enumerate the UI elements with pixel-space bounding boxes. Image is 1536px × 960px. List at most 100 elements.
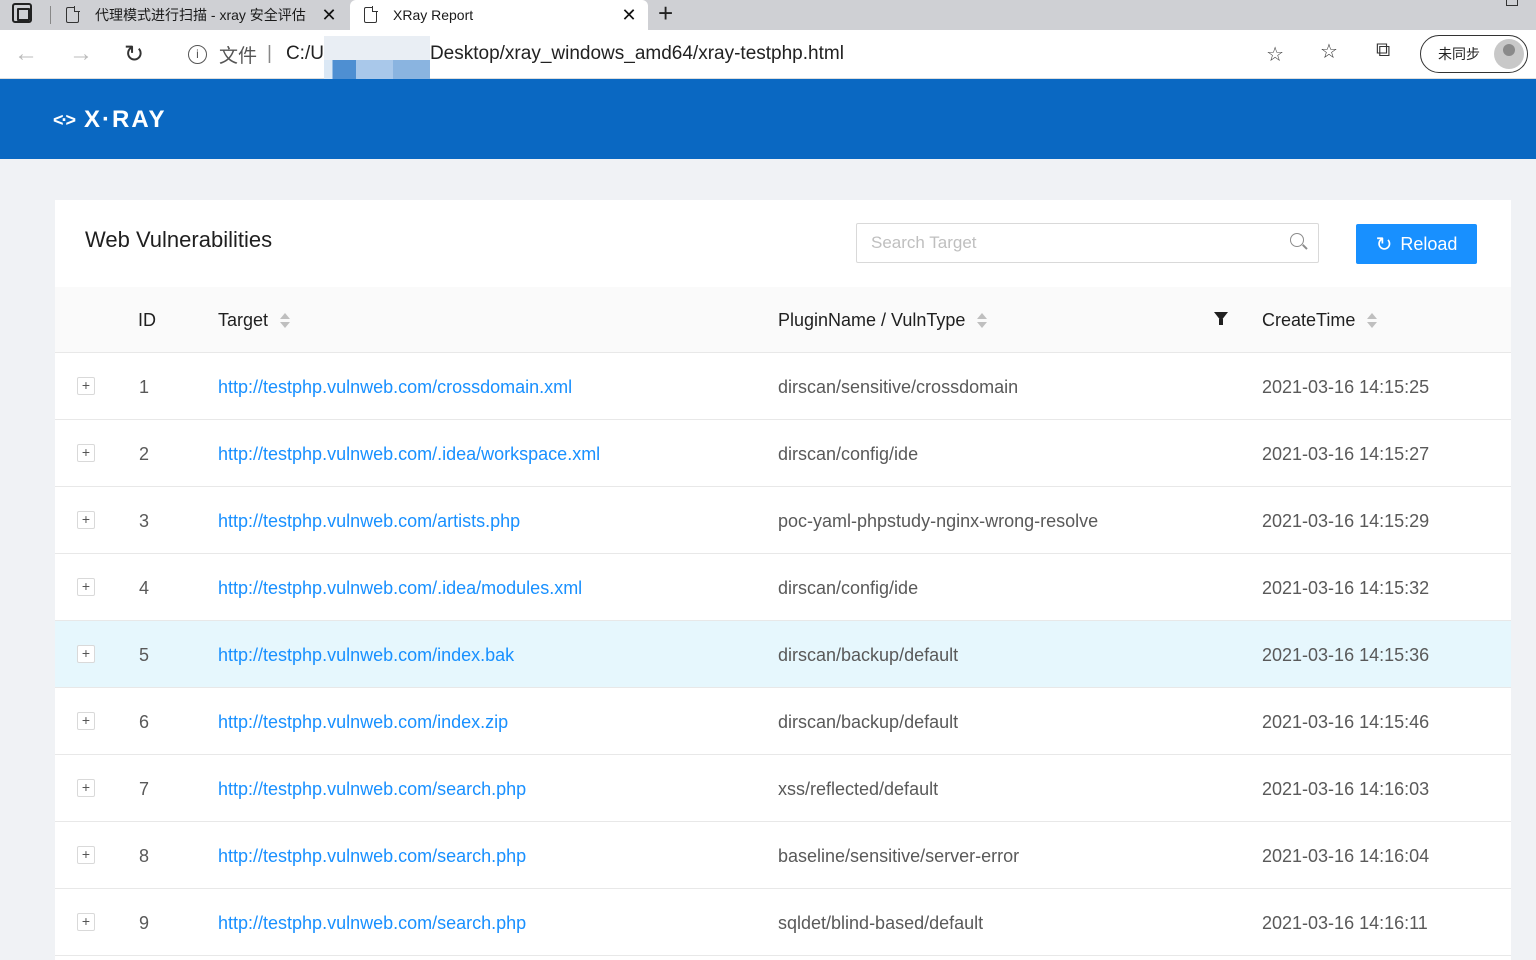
cell-time: 2021-03-16 14:16:11	[1262, 913, 1428, 933]
cell-plugin: sqldet/blind-based/default	[778, 913, 984, 933]
search-icon[interactable]	[1290, 233, 1304, 247]
cell-target-link[interactable]: http://testphp.vulnweb.com/index.zip	[218, 712, 508, 733]
expand-row-button[interactable]: +	[77, 779, 95, 797]
tab-separator	[50, 6, 51, 24]
info-icon[interactable]: i	[188, 44, 207, 64]
cell-id: 9	[139, 913, 150, 933]
cell-target-link[interactable]: http://testphp.vulnweb.com/.idea/modules…	[218, 578, 582, 599]
cell-plugin: dirscan/sensitive/crossdomain	[778, 377, 1019, 397]
xray-logo[interactable]: <·> X·RAY	[53, 106, 167, 134]
reload-button[interactable]: ↻ Reload	[1356, 224, 1477, 264]
cell-plugin: xss/reflected/default	[778, 779, 939, 799]
sort-icon[interactable]	[977, 312, 988, 328]
expand-row-button[interactable]: +	[77, 712, 95, 730]
column-label: PluginName / VulnType	[778, 309, 966, 330]
sort-icon[interactable]	[280, 312, 291, 328]
expand-row-button[interactable]: +	[77, 913, 95, 931]
address-bar[interactable]: i 文件 | C:/U Desktop/xray_windows_amd64/x…	[172, 36, 1298, 82]
column-label: ID	[138, 309, 156, 330]
expand-row-button[interactable]: +	[77, 846, 95, 864]
redacted-path-block	[323, 36, 430, 82]
table-row[interactable]: + 1 http://testphp.vulnweb.com/crossdoma…	[55, 353, 1511, 420]
add-favorite-icon[interactable]: ☆	[1266, 42, 1284, 67]
new-tab-button[interactable]: +	[658, 0, 673, 26]
expand-row-button[interactable]: +	[77, 444, 95, 462]
tab-title: XRay Report	[393, 7, 474, 23]
cell-time: 2021-03-16 14:15:36	[1262, 645, 1430, 665]
reload-label: Reload	[1400, 233, 1458, 254]
column-header-plugin[interactable]: PluginName / VulnType	[778, 287, 988, 353]
tab-actions-icon[interactable]	[12, 3, 32, 23]
cell-time: 2021-03-16 14:16:03	[1262, 779, 1430, 799]
profile-sync-label: 未同步	[1438, 46, 1480, 62]
column-header-createtime[interactable]: CreateTime	[1262, 287, 1378, 353]
window-minimize-icon[interactable]	[1506, 0, 1518, 6]
expand-row-button[interactable]: +	[77, 578, 95, 596]
column-label: Target	[218, 309, 269, 330]
cell-id: 8	[139, 846, 150, 866]
cell-time: 2021-03-16 14:15:29	[1262, 511, 1430, 531]
cell-target-link[interactable]: http://testphp.vulnweb.com/search.php	[218, 846, 526, 867]
table-body: + 1 http://testphp.vulnweb.com/crossdoma…	[55, 353, 1511, 956]
column-header-target[interactable]: Target	[218, 287, 291, 353]
expand-row-button[interactable]: +	[77, 511, 95, 529]
cell-id: 4	[139, 578, 150, 598]
cell-target-link[interactable]: http://testphp.vulnweb.com/crossdomain.x…	[218, 377, 572, 398]
cell-plugin: dirscan/backup/default	[778, 712, 959, 732]
cell-id: 1	[139, 377, 150, 397]
sort-icon[interactable]	[1367, 312, 1378, 328]
favorites-icon[interactable]: ☆	[1320, 39, 1338, 64]
browser-toolbar: ← → ↻ i 文件 | C:/U Desktop/xray_windows_a…	[0, 30, 1536, 82]
url-suffix: Desktop/xray_windows_amd64/xray-testphp.…	[429, 43, 844, 64]
browser-tab-bar: 代理模式进行扫描 - xray 安全评估 ✕ XRay Report ✕ +	[0, 0, 1536, 30]
table-row[interactable]: + 2 http://testphp.vulnweb.com/.idea/wor…	[55, 420, 1511, 487]
cell-time: 2021-03-16 14:15:32	[1262, 578, 1430, 598]
cell-plugin: dirscan/backup/default	[778, 645, 959, 665]
cell-time: 2021-03-16 14:15:25	[1262, 377, 1430, 397]
column-label: CreateTime	[1262, 309, 1356, 330]
cell-id: 2	[139, 444, 150, 464]
profile-button[interactable]: 未同步	[1420, 35, 1528, 73]
table-row[interactable]: + 3 http://testphp.vulnweb.com/artists.p…	[55, 487, 1511, 554]
expand-row-button[interactable]: +	[77, 377, 95, 395]
collections-icon[interactable]: ⧉	[1376, 39, 1390, 62]
cell-time: 2021-03-16 14:15:46	[1262, 712, 1430, 732]
table-header: ID Target PluginName / VulnType CreateTi…	[55, 287, 1511, 353]
table-row-hovered[interactable]: + 5 http://testphp.vulnweb.com/index.bak…	[55, 621, 1511, 688]
xray-logo-text: X·RAY	[84, 106, 167, 133]
table-row[interactable]: + 9 http://testphp.vulnweb.com/search.ph…	[55, 889, 1511, 956]
table-row[interactable]: + 6 http://testphp.vulnweb.com/index.zip…	[55, 688, 1511, 755]
cell-target-link[interactable]: http://testphp.vulnweb.com/search.php	[218, 779, 526, 800]
refresh-icon[interactable]: ↻	[124, 40, 144, 69]
table-row[interactable]: + 7 http://testphp.vulnweb.com/search.ph…	[55, 755, 1511, 822]
vulnerabilities-card: Web Vulnerabilities ↻ Reload ID Target P…	[55, 200, 1511, 960]
page-title: Web Vulnerabilities	[85, 227, 273, 252]
cell-target-link[interactable]: http://testphp.vulnweb.com/index.bak	[218, 645, 514, 666]
cell-time: 2021-03-16 14:15:27	[1262, 444, 1430, 464]
filter-icon[interactable]	[1214, 312, 1228, 325]
forward-arrow-icon[interactable]: →	[69, 40, 93, 68]
search-box[interactable]	[856, 223, 1319, 263]
cell-target-link[interactable]: http://testphp.vulnweb.com/.idea/workspa…	[218, 444, 600, 465]
table-row[interactable]: + 8 http://testphp.vulnweb.com/search.ph…	[55, 822, 1511, 889]
search-input[interactable]	[871, 233, 1271, 253]
cell-plugin: dirscan/config/ide	[778, 444, 919, 464]
cell-id: 5	[139, 645, 150, 665]
table-row[interactable]: + 4 http://testphp.vulnweb.com/.idea/mod…	[55, 554, 1511, 621]
page-icon	[364, 6, 378, 23]
cell-id: 7	[139, 779, 150, 799]
avatar	[1494, 39, 1524, 69]
browser-tab-xray-docs[interactable]: 代理模式进行扫描 - xray 安全评估 ✕	[56, 0, 348, 30]
cell-plugin: dirscan/config/ide	[778, 578, 919, 598]
tab-close-icon[interactable]: ✕	[620, 5, 638, 26]
expand-row-button[interactable]: +	[77, 645, 95, 663]
cell-target-link[interactable]: http://testphp.vulnweb.com/search.php	[218, 913, 526, 934]
tab-close-icon[interactable]: ✕	[320, 5, 338, 26]
cell-id: 3	[139, 511, 150, 531]
cell-target-link[interactable]: http://testphp.vulnweb.com/artists.php	[218, 511, 520, 532]
cell-time: 2021-03-16 14:16:04	[1262, 846, 1430, 866]
browser-tab-xray-report[interactable]: XRay Report ✕	[350, 0, 648, 30]
page-icon	[66, 6, 80, 23]
back-arrow-icon[interactable]: ←	[14, 40, 38, 68]
url-prefix: C:/U	[285, 43, 324, 64]
